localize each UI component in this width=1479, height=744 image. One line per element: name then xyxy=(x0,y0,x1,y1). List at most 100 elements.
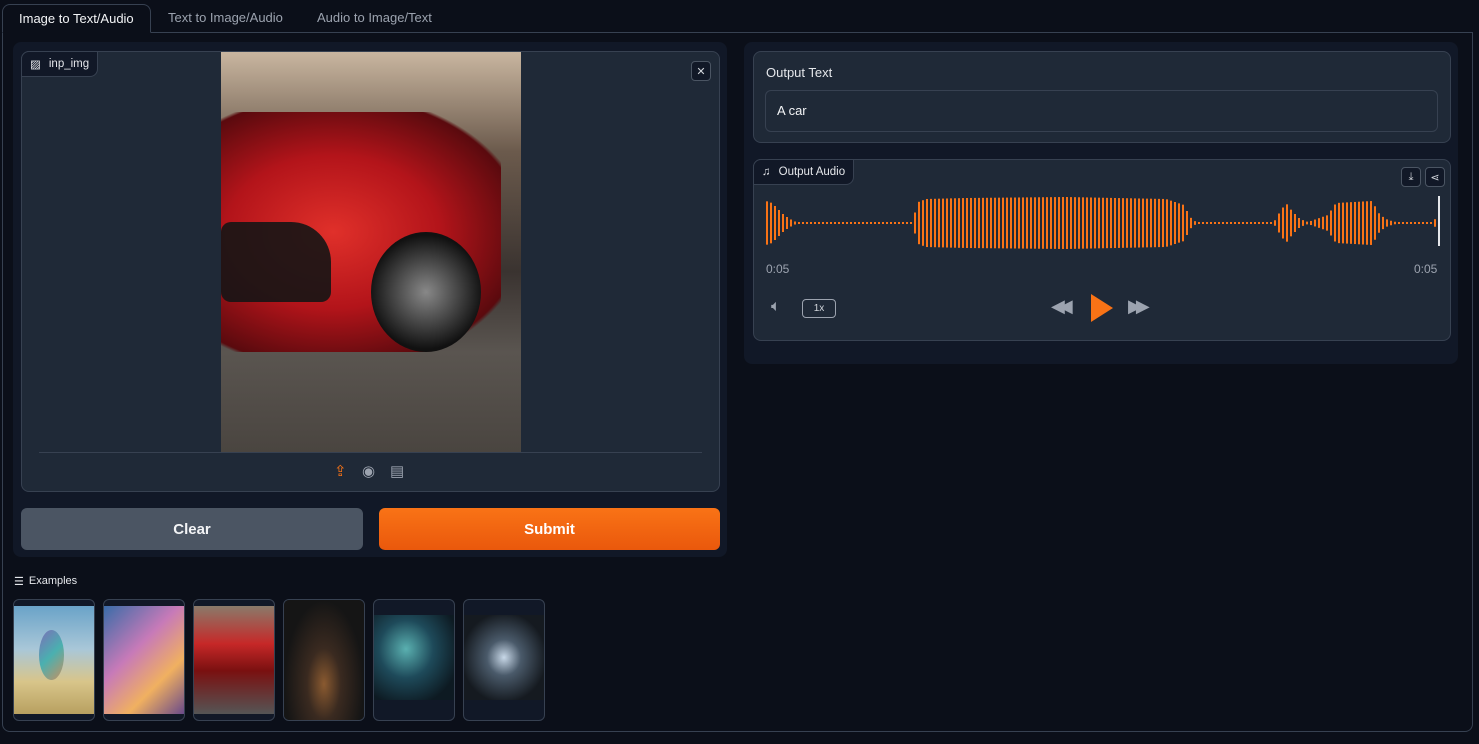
example-bird[interactable] xyxy=(13,599,95,721)
waveform-bar xyxy=(1142,198,1144,248)
waveform-bar xyxy=(1326,215,1328,231)
waveform-bar xyxy=(1034,197,1036,249)
waveform-bar xyxy=(1054,197,1056,249)
waveform-bar xyxy=(1226,222,1228,224)
waveform-bar xyxy=(1434,219,1436,227)
webcam-icon[interactable]: ◉ xyxy=(362,462,375,480)
waveform-bar xyxy=(1118,198,1120,248)
waveform-bar xyxy=(766,201,768,245)
waveform-bar xyxy=(1174,202,1176,244)
waveform-bar xyxy=(1214,222,1216,224)
play-icon[interactable] xyxy=(1091,294,1113,322)
waveform-bar xyxy=(922,200,924,246)
playhead[interactable] xyxy=(1438,196,1440,246)
waveform-bar xyxy=(1178,203,1180,243)
share-button[interactable]: ⋖ xyxy=(1425,167,1445,187)
waveform-bar xyxy=(854,222,856,224)
playback-speed-button[interactable]: 1x xyxy=(802,299,836,318)
example-dragon[interactable] xyxy=(103,599,185,721)
waveform-bar xyxy=(874,222,876,224)
waveform-bar xyxy=(778,210,780,236)
waveform-bar xyxy=(1254,222,1256,224)
upload-icon[interactable]: ⇪ xyxy=(334,462,347,480)
waveform-bar xyxy=(1198,222,1200,224)
waveform-bar xyxy=(830,222,832,224)
waveform-bar xyxy=(1230,222,1232,224)
total-time: 0:05 xyxy=(1414,262,1438,276)
waveform-bar xyxy=(1310,220,1312,226)
waveform-bar xyxy=(1162,198,1164,248)
waveform-bar xyxy=(1338,202,1340,244)
waveform-bar xyxy=(1114,197,1116,249)
waveform-bar xyxy=(806,222,808,224)
example-guitar[interactable] xyxy=(283,599,365,721)
waveform-bar xyxy=(1314,219,1316,227)
fast-forward-icon[interactable]: ▶▶ xyxy=(1128,296,1150,317)
waveform-bar xyxy=(1106,197,1108,249)
waveform-bar xyxy=(1066,197,1068,249)
waveform-bar xyxy=(1382,216,1384,230)
waveform-bar xyxy=(994,197,996,249)
current-time: 0:05 xyxy=(766,262,790,276)
clipboard-icon[interactable]: ▤ xyxy=(390,462,404,480)
waveform-bar xyxy=(978,197,980,249)
waveform-bar xyxy=(1218,222,1220,224)
waveform-bar xyxy=(1358,201,1360,245)
waveform-bar xyxy=(842,222,844,224)
tab-image-to-text-audio[interactable]: Image to Text/Audio xyxy=(2,4,151,33)
waveform-bar xyxy=(1210,222,1212,224)
waveform-bar xyxy=(1070,197,1072,249)
waveform-bar xyxy=(1078,197,1080,249)
waveform-bar xyxy=(1398,222,1400,224)
submit-button[interactable]: Submit xyxy=(379,508,720,550)
waveform-bar xyxy=(1094,197,1096,249)
volume-icon[interactable]: 🔈︎ xyxy=(771,298,781,316)
waveform-bar xyxy=(1074,197,1076,249)
waveform-bar xyxy=(914,212,916,234)
rewind-icon[interactable]: ◀◀ xyxy=(1051,296,1073,317)
waveform-bar xyxy=(1018,197,1020,249)
waveform-bar xyxy=(798,222,800,224)
waveform-bar xyxy=(1418,222,1420,224)
waveform-bar xyxy=(838,222,840,224)
waveform-bar xyxy=(1026,197,1028,249)
waveform-bar xyxy=(1090,197,1092,249)
waveform-bar xyxy=(822,222,824,224)
tab-audio-to-image-text[interactable]: Audio to Image/Text xyxy=(301,4,448,33)
example-red-car[interactable] xyxy=(193,599,275,721)
divider xyxy=(39,452,702,453)
waveform-bar xyxy=(1158,198,1160,248)
waveform-bar xyxy=(1318,218,1320,228)
waveform-bar xyxy=(1258,222,1260,224)
output-text-label: Output Text xyxy=(766,65,833,80)
waveform-bar xyxy=(1394,221,1396,225)
waveform-bar xyxy=(1250,222,1252,224)
waveform-bar xyxy=(1298,218,1300,228)
clear-button[interactable]: Clear xyxy=(21,508,363,550)
waveform-bar xyxy=(1014,197,1016,249)
waveform-bar xyxy=(1110,197,1112,249)
waveform-bar xyxy=(990,197,992,249)
waveform-bar xyxy=(1030,197,1032,249)
waveform-bar xyxy=(882,222,884,224)
list-icon: ☰ xyxy=(14,576,24,588)
tab-text-to-image-audio[interactable]: Text to Image/Audio xyxy=(152,4,299,33)
music-icon: ♫ xyxy=(762,166,771,178)
waveform-bar xyxy=(930,198,932,248)
image-input[interactable]: ▨ inp_img ✕ ⇪ ◉ ▤ xyxy=(21,51,720,492)
waveform-bar xyxy=(1290,209,1292,237)
output-text-field[interactable]: A car xyxy=(765,90,1438,132)
clear-image-button[interactable]: ✕ xyxy=(691,61,711,81)
waveform-bar xyxy=(1430,222,1432,224)
waveform[interactable] xyxy=(765,196,1440,250)
waveform-bar xyxy=(1102,197,1104,249)
waveform-bar xyxy=(1234,222,1236,224)
example-wizard[interactable] xyxy=(373,599,455,721)
download-button[interactable]: ⤓ xyxy=(1401,167,1421,187)
example-storm[interactable] xyxy=(463,599,545,721)
waveform-bar xyxy=(850,222,852,224)
waveform-bar xyxy=(918,201,920,245)
waveform-bar xyxy=(1194,221,1196,225)
waveform-bar xyxy=(1082,197,1084,249)
waveform-bar xyxy=(826,222,828,224)
